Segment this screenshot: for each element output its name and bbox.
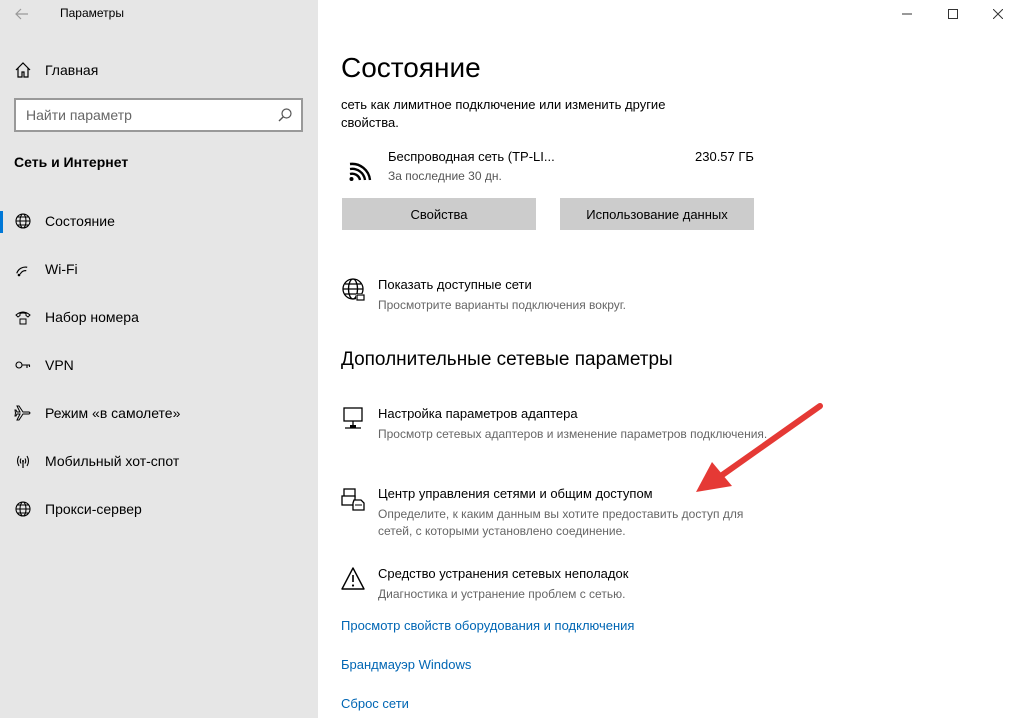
sidebar-item-label: VPN — [45, 357, 74, 373]
sharing-center-title: Центр управления сетями и общим доступом — [378, 486, 653, 501]
sidebar-item-dialup[interactable]: Набор номера — [0, 297, 318, 337]
data-usage-button[interactable]: Использование данных — [560, 198, 754, 230]
sidebar-item-label: Прокси-сервер — [45, 501, 142, 517]
sidebar-item-airplane[interactable]: Режим «в самолете» — [0, 393, 318, 433]
sidebar-item-vpn[interactable]: VPN — [0, 345, 318, 385]
network-reset-link[interactable]: Сброс сети — [341, 696, 409, 711]
page-title: Состояние — [341, 52, 481, 83]
globe-icon — [14, 212, 32, 230]
dialup-icon — [14, 308, 32, 326]
adapter-settings-subtitle: Просмотр сетевых адаптеров и изменение п… — [378, 427, 768, 441]
sharing-center-subtitle: Определите, к каким данным вы хотите пре… — [378, 507, 744, 538]
sidebar-item-proxy[interactable]: Прокси-сервер — [0, 489, 318, 529]
vpn-icon — [14, 356, 32, 374]
search-box[interactable] — [14, 98, 303, 132]
troubleshooter-item[interactable]: Средство устранения сетевых неполадок Ди… — [341, 566, 801, 606]
sidebar-item-label: Состояние — [45, 213, 115, 229]
nav-home-label: Главная — [45, 62, 99, 78]
network-period: За последние 30 дн. — [388, 169, 502, 183]
search-input[interactable] — [16, 100, 256, 130]
hardware-properties-link[interactable]: Просмотр свойств оборудования и подключе… — [341, 618, 634, 633]
warning-icon — [341, 567, 365, 590]
wifi-signal-icon — [349, 162, 372, 181]
show-networks-title: Показать доступные сети — [378, 277, 532, 292]
main-content: Состояние сеть как лимитное подключение … — [318, 0, 1018, 718]
adapter-settings-title: Настройка параметров адаптера — [378, 406, 578, 421]
status-description: сеть как лимитное подключение или измени… — [341, 97, 666, 130]
troubleshooter-title: Средство устранения сетевых неполадок — [378, 566, 629, 581]
back-button[interactable] — [0, 0, 44, 28]
airplane-icon — [14, 404, 32, 422]
sidebar-item-hotspot[interactable]: Мобильный хот-спот — [0, 441, 318, 481]
properties-button[interactable]: Свойства — [342, 198, 536, 230]
sidebar-item-label: Набор номера — [45, 309, 139, 325]
network-usage: 230.57 ГБ — [695, 149, 754, 164]
globe-icon — [14, 500, 32, 518]
search-icon[interactable] — [277, 107, 293, 123]
show-networks-item[interactable]: Показать доступные сети Просмотрите вари… — [341, 277, 801, 317]
network-usage-row: Беспроводная сеть (TP-LI... За последние… — [341, 146, 761, 190]
sidebar-item-label: Режим «в самолете» — [45, 405, 181, 421]
show-networks-subtitle: Просмотрите варианты подключения вокруг. — [378, 298, 626, 312]
title-bar: Параметры — [0, 0, 318, 28]
nav-home[interactable]: Главная — [0, 56, 318, 84]
back-arrow-icon — [15, 8, 28, 20]
sidebar-item-wifi[interactable]: Wi-Fi — [0, 249, 318, 289]
globe-icon — [342, 278, 365, 301]
app-title: Параметры — [60, 6, 124, 20]
advanced-settings-heading: Дополнительные сетевые параметры — [341, 349, 673, 370]
hotspot-icon — [14, 452, 32, 470]
windows-firewall-link[interactable]: Брандмауэр Windows — [341, 657, 471, 672]
wifi-icon — [14, 260, 32, 278]
sharing-center-item[interactable]: Центр управления сетями и общим доступом… — [341, 486, 801, 542]
sidebar: Параметры Главная Сеть и Интернет Состоя… — [0, 0, 318, 718]
sidebar-item-label: Wi-Fi — [45, 261, 78, 277]
section-title: Сеть и Интернет — [14, 154, 129, 170]
network-name: Беспроводная сеть (TP-LI... — [388, 149, 555, 164]
troubleshooter-subtitle: Диагностика и устранение проблем с сетью… — [378, 587, 626, 601]
sidebar-item-status[interactable]: Состояние — [0, 201, 318, 241]
sidebar-item-label: Мобильный хот-спот — [45, 453, 180, 469]
sharing-center-icon — [341, 488, 365, 511]
adapter-settings-item[interactable]: Настройка параметров адаптера Просмотр с… — [341, 406, 801, 462]
home-icon — [14, 61, 32, 79]
adapter-icon — [343, 407, 363, 429]
